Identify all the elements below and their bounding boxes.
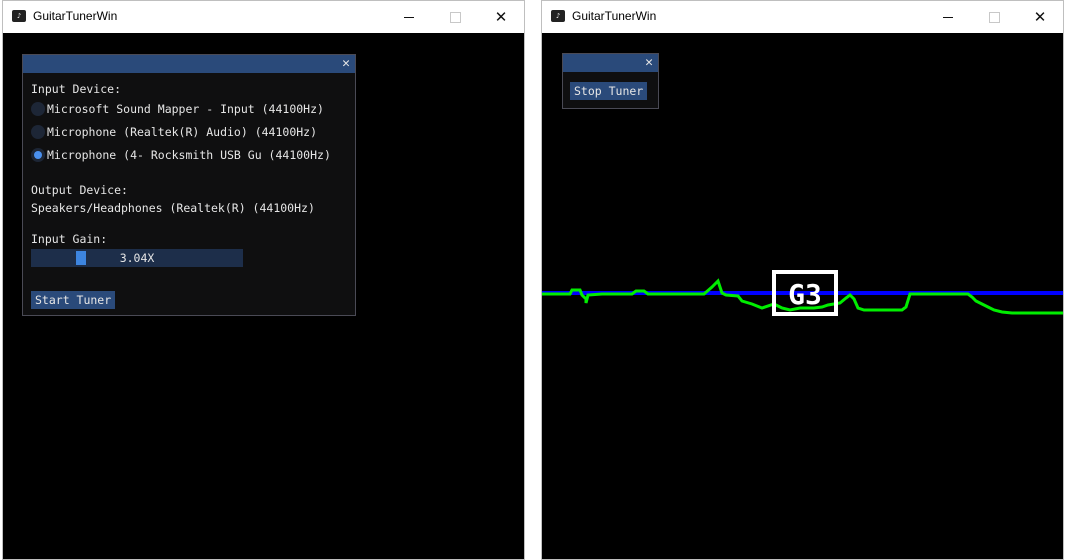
minimize-icon (943, 17, 953, 18)
radio-icon[interactable] (31, 101, 45, 116)
input-gain-value: 3.04X (119, 251, 155, 265)
app-icon: ♪ (551, 10, 565, 22)
close-button[interactable]: ✕ (478, 1, 524, 33)
settings-panel: ✕ Input Device: Microsoft Sound Mapper -… (22, 54, 356, 316)
panel-close-icon[interactable]: ✕ (342, 55, 350, 73)
close-icon: ✕ (1033, 8, 1047, 26)
panel-title-bar[interactable]: ✕ (563, 54, 658, 72)
maximize-icon (449, 12, 461, 23)
maximize-button[interactable] (971, 1, 1017, 33)
device-option-label: Microsoft Sound Mapper - Input (44100Hz) (47, 101, 324, 116)
tuner-visualizer: G3 (542, 270, 1063, 316)
output-device-label: Output Device: (31, 183, 128, 197)
maximize-button[interactable] (432, 1, 478, 33)
panel-close-icon[interactable]: ✕ (645, 54, 653, 72)
maximize-icon (988, 12, 1000, 23)
minimize-button[interactable] (925, 1, 971, 33)
input-gain-slider[interactable]: 3.04X (31, 249, 243, 267)
window-title: GuitarTunerWin (572, 9, 657, 23)
output-device-value: Speakers/Headphones (Realtek(R) (44100Hz… (31, 201, 315, 215)
radio-selected-icon[interactable] (31, 147, 45, 162)
input-device-label: Input Device: (31, 82, 122, 96)
note-label: G3 (788, 278, 822, 311)
start-tuner-button[interactable]: Start Tuner (31, 291, 116, 309)
device-option-3[interactable]: Microphone (4- Rocksmith USB Gu (44100Hz… (31, 147, 331, 165)
client-area: G3 ✕ Stop Tuner (542, 33, 1063, 559)
device-option-1[interactable]: Microsoft Sound Mapper - Input (44100Hz) (31, 101, 324, 119)
minimize-icon (404, 17, 414, 18)
device-option-label: Microphone (4- Rocksmith USB Gu (44100Hz… (47, 147, 331, 162)
control-panel: ✕ Stop Tuner (562, 53, 659, 109)
minimize-button[interactable] (386, 1, 432, 33)
input-gain-label: Input Gain: (31, 232, 108, 246)
title-bar[interactable]: ♪ GuitarTunerWin ✕ (3, 1, 524, 33)
device-option-label: Microphone (Realtek(R) Audio) (44100Hz) (47, 124, 318, 139)
window-title: GuitarTunerWin (33, 9, 118, 23)
app-icon: ♪ (12, 10, 26, 22)
radio-icon[interactable] (31, 124, 45, 139)
title-bar[interactable]: ♪ GuitarTunerWin ✕ (542, 1, 1063, 33)
right-app-window: ♪ GuitarTunerWin ✕ G3 ✕ Stop Tuner (541, 0, 1064, 560)
close-button[interactable]: ✕ (1017, 1, 1063, 33)
panel-title-bar[interactable]: ✕ (23, 55, 355, 73)
left-app-window: ♪ GuitarTunerWin ✕ ✕ Input Device: Micro… (2, 0, 525, 560)
close-icon: ✕ (494, 8, 508, 26)
stop-tuner-button[interactable]: Stop Tuner (570, 82, 648, 100)
client-area: ✕ Input Device: Microsoft Sound Mapper -… (3, 33, 524, 559)
device-option-2[interactable]: Microphone (Realtek(R) Audio) (44100Hz) (31, 124, 317, 142)
